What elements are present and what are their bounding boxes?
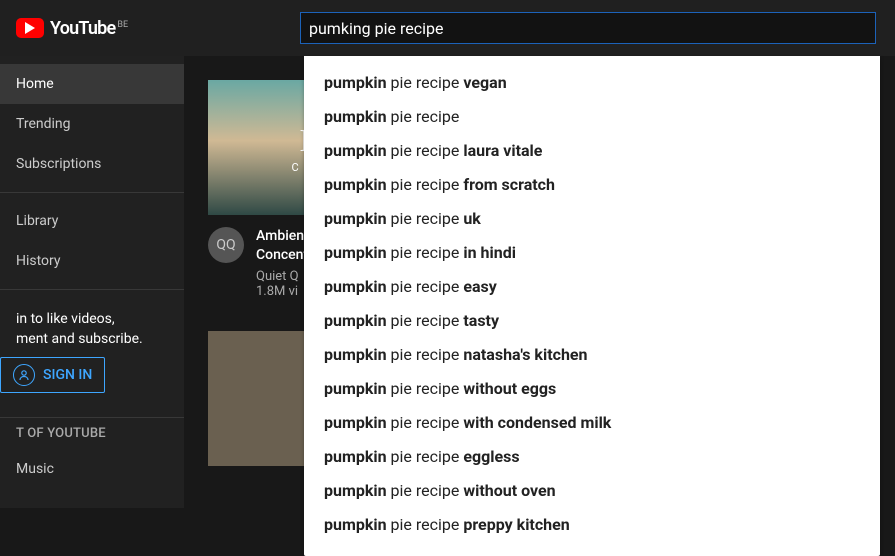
search-suggestion[interactable]: pumpkin pie recipe laura vitale — [304, 134, 880, 168]
search-suggestion[interactable]: pumpkin pie recipe with condensed milk — [304, 406, 880, 440]
avatar[interactable]: QQ — [208, 227, 244, 263]
play-icon — [16, 18, 44, 38]
search-suggestion[interactable]: pumpkin pie recipe — [304, 100, 880, 134]
search-suggestion[interactable]: pumpkin pie recipe easy — [304, 270, 880, 304]
video-channel[interactable]: Quiet Q — [256, 269, 308, 284]
sidebar-heading-best: T OF YOUTUBE — [0, 418, 184, 449]
sidebar-section-signin: in to like videos, ment and subscribe. S… — [0, 290, 184, 418]
logo-wrap: YouTube BE — [16, 18, 196, 39]
country-code: BE — [117, 20, 128, 30]
search-suggestion[interactable]: pumpkin pie recipe without oven — [304, 474, 880, 508]
sidebar-item-subscriptions[interactable]: Subscriptions — [0, 144, 184, 184]
sidebar-item-label: Trending — [16, 116, 71, 132]
topbar: YouTube BE — [0, 0, 895, 56]
sidebar-item-label: History — [16, 253, 61, 269]
video-views: 1.8M vi — [256, 284, 308, 299]
search-suggestion[interactable]: pumpkin pie recipe without eggs — [304, 372, 880, 406]
signin-button[interactable]: SIGN IN — [0, 357, 105, 393]
signin-label: SIGN IN — [43, 367, 92, 383]
sidebar-item-label: Subscriptions — [16, 156, 101, 172]
sidebar-section-secondary: Library History — [0, 193, 184, 290]
logo-text: YouTube — [50, 18, 115, 39]
search-wrap — [196, 12, 879, 44]
sidebar-item-music[interactable]: Music — [0, 449, 184, 489]
signin-prompt-text: in to like videos, ment and subscribe. — [0, 298, 184, 357]
search-suggestion[interactable]: pumpkin pie recipe tasty — [304, 304, 880, 338]
sidebar-item-library[interactable]: Library — [0, 201, 184, 241]
sidebar: Home Trending Subscriptions Library Hist… — [0, 56, 184, 508]
user-icon — [13, 364, 35, 386]
search-suggestions-dropdown: pumpkin pie recipe veganpumpkin pie reci… — [304, 56, 880, 556]
sidebar-item-home[interactable]: Home — [0, 64, 184, 104]
search-input[interactable] — [300, 12, 876, 44]
youtube-logo[interactable]: YouTube — [16, 18, 115, 39]
search-box — [300, 12, 876, 44]
search-suggestion[interactable]: pumpkin pie recipe uk — [304, 202, 880, 236]
search-suggestion[interactable]: pumpkin pie recipe preppy kitchen — [304, 508, 880, 542]
search-suggestion[interactable]: pumpkin pie recipe vegan — [304, 66, 880, 100]
sidebar-item-history[interactable]: History — [0, 241, 184, 281]
sidebar-item-label: Music — [16, 461, 54, 477]
sidebar-section-primary: Home Trending Subscriptions — [0, 56, 184, 193]
sidebar-item-trending[interactable]: Trending — [0, 104, 184, 144]
search-suggestion[interactable]: pumpkin pie recipe from scratch — [304, 168, 880, 202]
sidebar-item-label: Library — [16, 213, 58, 229]
search-suggestion[interactable]: pumpkin pie recipe eggless — [304, 440, 880, 474]
search-suggestion[interactable]: pumpkin pie recipe in hindi — [304, 236, 880, 270]
video-title[interactable]: AmbienConcent — [256, 227, 308, 265]
search-suggestion[interactable]: pumpkin pie recipe natasha's kitchen — [304, 338, 880, 372]
sidebar-item-label: Home — [16, 76, 54, 92]
